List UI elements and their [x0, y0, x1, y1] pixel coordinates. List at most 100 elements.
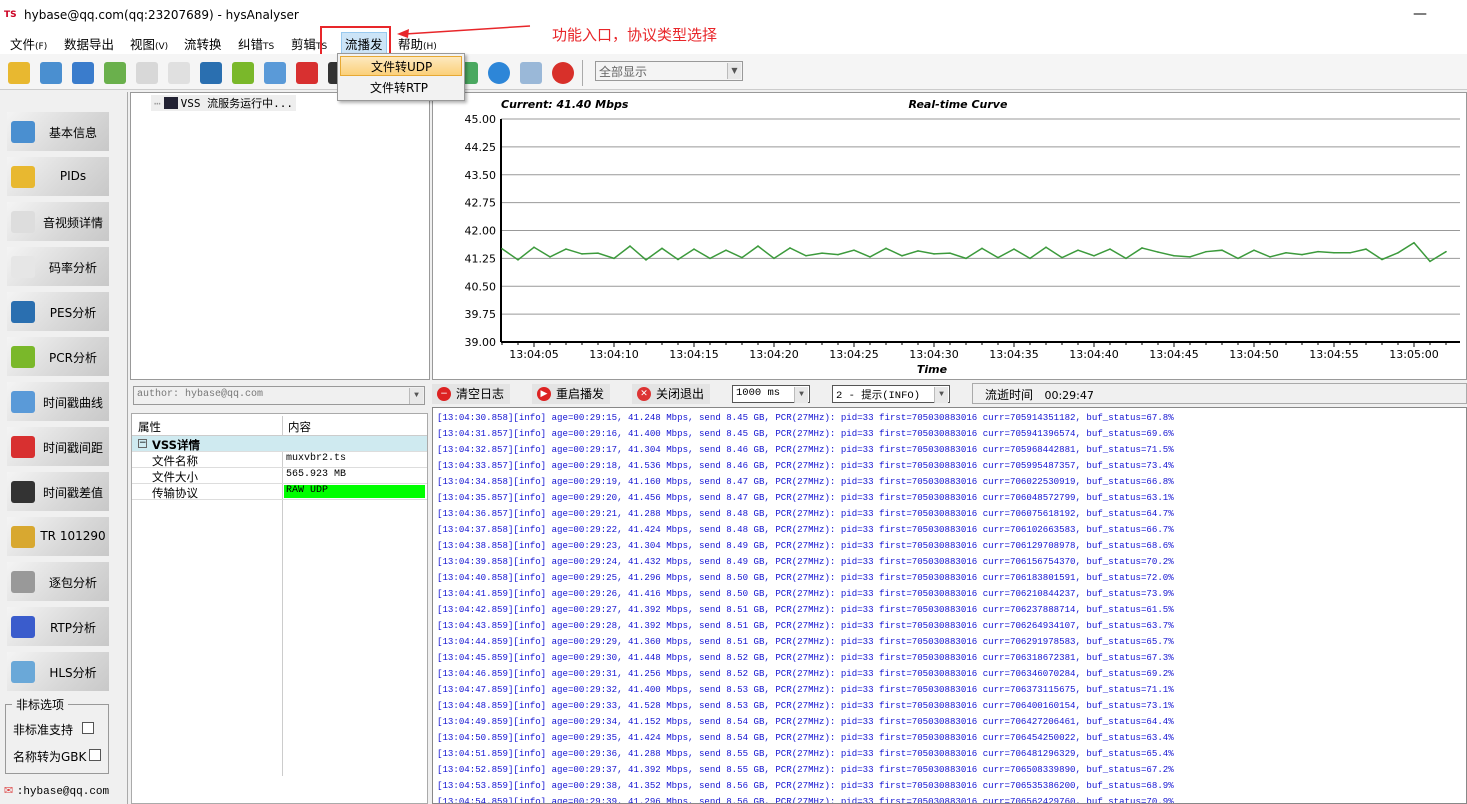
clock-icon: [11, 391, 35, 413]
menu-4[interactable]: 纠错TS: [236, 34, 276, 53]
contact-email: :hybase@qq.com: [16, 786, 110, 798]
av-icon[interactable]: [136, 62, 158, 84]
data-point: [821, 252, 823, 254]
log-output[interactable]: [13:04:30.858][info] age=00:29:15, 41.24…: [432, 407, 1467, 804]
menu-2[interactable]: 视图(V): [128, 34, 170, 53]
gbk-checkbox[interactable]: [89, 749, 101, 761]
data-point: [1157, 251, 1159, 253]
pcr-icon[interactable]: [232, 62, 254, 84]
filter-select[interactable]: 全部显示 ▼: [595, 61, 743, 81]
sidebar-button-2[interactable]: 音视频详情: [7, 202, 109, 241]
log-level-select[interactable]: 2 - 提示(INFO) ▼: [832, 385, 950, 403]
menu-0[interactable]: 文件(F): [8, 34, 49, 53]
sidebar-button-3[interactable]: 码率分析: [7, 247, 109, 286]
options-title: 非标选项: [12, 696, 69, 713]
menu-3[interactable]: 流转换: [182, 34, 224, 53]
filter-value: 全部显示: [599, 65, 648, 79]
data-point: [1061, 256, 1063, 259]
elapsed-label: 流逝时间: [985, 388, 1034, 402]
data-point: [885, 247, 887, 250]
sidebar-button-8[interactable]: 时间戳差值: [7, 472, 109, 511]
clock-icon[interactable]: [264, 62, 286, 84]
author-combo[interactable]: author: hybase@qq.com ▼: [133, 386, 425, 405]
close-icon: ✕: [637, 387, 651, 401]
collapse-icon[interactable]: −: [138, 439, 147, 448]
menu-label: 文件: [10, 37, 36, 52]
menu-label: 视图: [130, 37, 156, 52]
restart-button[interactable]: ▶ 重启播发: [532, 384, 611, 404]
contact[interactable]: ✉ :hybase@qq.com: [4, 784, 109, 798]
pcr-icon: [11, 346, 35, 368]
sidebar-button-10[interactable]: 逐包分析: [7, 562, 109, 601]
log-line: [13:04:52.859][info] age=00:29:37, 41.39…: [437, 764, 1174, 775]
av-icon: [11, 211, 35, 233]
menu-1[interactable]: 数据导出: [62, 34, 116, 53]
sidebar-button-1[interactable]: PIDs: [7, 157, 109, 196]
info-icon[interactable]: [72, 62, 94, 84]
sidebar-button-label: 码率分析: [48, 261, 97, 275]
y-tick-label: 43.50: [465, 169, 497, 182]
sidebar-button-0[interactable]: 基本信息: [7, 112, 109, 151]
data-point: [757, 245, 759, 247]
sidebar-button-12[interactable]: HLS分析: [7, 652, 109, 691]
chevron-down-icon: ▼: [727, 63, 741, 79]
interval-select[interactable]: 1000 ms ▼: [732, 385, 810, 403]
tree-node-vss[interactable]: ⋯ VSS 流服务运行中...: [151, 95, 296, 111]
clear-log-label: 清空日志: [456, 387, 505, 401]
open-folder-icon[interactable]: [8, 62, 30, 84]
stream-send-menu: 文件转UDP 文件转RTP: [337, 53, 465, 101]
sidebar-button-9[interactable]: TR 101290: [7, 517, 109, 556]
gbk-label: 名称转为GBK: [13, 750, 87, 764]
group-vss-details[interactable]: − VSS详情: [132, 436, 427, 452]
sidebar-button-7[interactable]: 时间戳间距: [7, 427, 109, 466]
help-icon[interactable]: [488, 62, 510, 84]
data-point: [565, 248, 567, 250]
sidebar-button-11[interactable]: RTP分析: [7, 607, 109, 646]
warning-icon: [11, 526, 35, 548]
title-bar: TS hybase@qq.com(qq:23207689) - hysAnaly…: [0, 0, 1467, 30]
menu-shortcut: TS: [263, 42, 275, 52]
log-level-value: 2 - 提示(INFO): [836, 390, 921, 402]
sidebar-button-6[interactable]: 时间戳曲线: [7, 382, 109, 421]
clear-log-button[interactable]: − 清空日志: [432, 384, 511, 404]
property-row[interactable]: 文件名称 muxvbr2.ts: [132, 452, 427, 468]
log-line: [13:04:53.859][info] age=00:29:38, 41.35…: [437, 780, 1174, 791]
sidebar-button-4[interactable]: PES分析: [7, 292, 109, 331]
nonstandard-support-checkbox[interactable]: [82, 722, 94, 734]
log-line: [13:04:37.858][info] age=00:29:22, 41.42…: [437, 524, 1174, 535]
data-point: [1349, 252, 1351, 254]
property-row[interactable]: 传输协议 RAW UDP: [132, 484, 427, 500]
y-tick-label: 39.00: [465, 336, 497, 349]
calculator-icon[interactable]: [520, 62, 542, 84]
header-property: 属性: [138, 420, 161, 434]
data-point: [1221, 249, 1223, 251]
network-icon[interactable]: [40, 62, 62, 84]
log-line: [13:04:54.859][info] age=00:29:39, 41.29…: [437, 796, 1174, 804]
nonstandard-support-label: 非标准支持: [13, 723, 74, 737]
stream-tree: ⋯ VSS 流服务运行中...: [130, 92, 430, 380]
data-point: [997, 256, 999, 259]
x-axis-label: Time: [917, 363, 948, 376]
x-tick-label: 13:04:10: [589, 348, 638, 361]
tree-node-label: VSS 流服务运行中...: [180, 97, 293, 110]
exit-button[interactable]: ✕ 关闭退出: [632, 384, 711, 404]
menu-item-file-to-rtp[interactable]: 文件转RTP: [340, 78, 462, 98]
bar-chart-icon[interactable]: [296, 62, 318, 84]
property-row[interactable]: 文件大小 565.923 MB: [132, 468, 427, 484]
data-point: [677, 258, 679, 261]
pes-icon[interactable]: [200, 62, 222, 84]
header-content: 内容: [288, 420, 311, 434]
bitrate-icon[interactable]: [168, 62, 190, 84]
close-icon[interactable]: [552, 62, 574, 84]
menu-label: 流转换: [184, 37, 222, 52]
data-point: [933, 253, 935, 255]
menu-item-file-to-udp[interactable]: 文件转UDP: [340, 56, 462, 76]
data-point: [645, 259, 647, 261]
x-tick-label: 13:04:30: [909, 348, 958, 361]
minimize-button[interactable]: —: [1413, 6, 1427, 22]
sidebar-button-label: 时间戳曲线: [42, 396, 103, 410]
sidebar-button-5[interactable]: PCR分析: [7, 337, 109, 376]
log-line: [13:04:50.859][info] age=00:29:35, 41.42…: [437, 732, 1174, 743]
y-tick-label: 44.25: [465, 141, 497, 154]
pie-chart-icon[interactable]: [104, 62, 126, 84]
